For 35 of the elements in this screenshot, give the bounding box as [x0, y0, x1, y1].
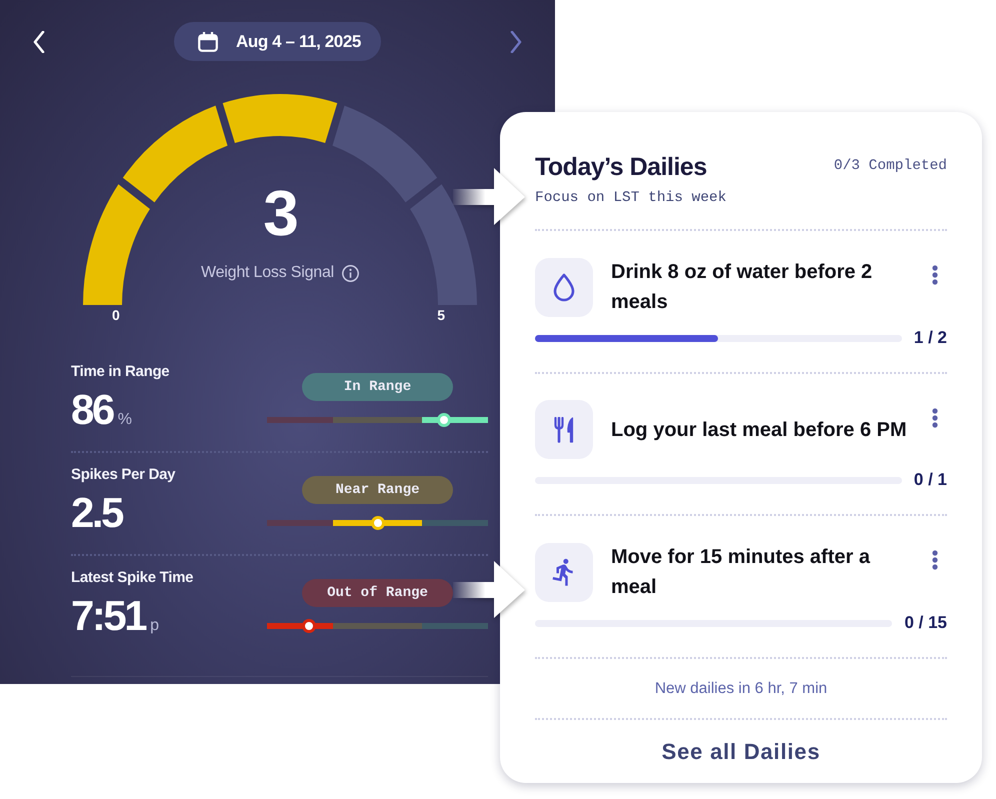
status-badge: Near Range	[302, 476, 453, 504]
more-options-icon[interactable]	[932, 265, 938, 285]
metric-value: 86	[71, 389, 113, 431]
metric-label: Spikes Per Day	[71, 466, 176, 484]
see-all-button[interactable]: See all Dailies	[652, 734, 830, 770]
metric-value: 7:51	[71, 595, 146, 637]
chevron-left-icon[interactable]	[33, 30, 45, 52]
metric-label: Time in Range	[71, 363, 170, 381]
fork-knife-icon	[554, 416, 574, 442]
date-range-button[interactable]: Aug 4 – 11, 2025	[174, 22, 381, 61]
completed-count: 0/3 Completed	[834, 157, 947, 175]
task-title: Drink 8 oz of water before 2 meals	[611, 260, 874, 315]
info-icon[interactable]	[342, 264, 360, 282]
metric-unit: p	[150, 617, 159, 635]
metric-unit: %	[118, 411, 132, 429]
more-options-icon[interactable]	[932, 408, 938, 428]
card-title: Today’s Dailies	[535, 152, 708, 182]
gauge-value: 3	[263, 181, 297, 245]
status-badge: Out of Range	[302, 579, 453, 607]
metric-value: 2.5	[71, 492, 122, 534]
metric-label: Latest Spike Time	[71, 569, 194, 587]
more-options-icon[interactable]	[932, 550, 938, 570]
task-title: Log your last meal before 6 PM	[611, 418, 908, 442]
card-subtitle: Focus on LST this week	[535, 189, 726, 207]
calendar-icon	[198, 32, 218, 52]
gauge-label: Weight Loss Signal	[200, 263, 334, 283]
gauge-min-label: 0	[112, 307, 120, 323]
status-badge: In Range	[302, 373, 453, 401]
progress-count: 0 / 15	[904, 613, 947, 633]
refresh-note: New dailies in 6 hr, 7 min	[654, 680, 828, 698]
water-drop-icon	[552, 272, 576, 302]
task-title: Move for 15 minutes after a meal	[611, 545, 872, 600]
progress-count: 1 / 2	[914, 328, 947, 348]
gauge-max-label: 5	[437, 307, 445, 323]
progress-count: 0 / 1	[914, 470, 947, 490]
